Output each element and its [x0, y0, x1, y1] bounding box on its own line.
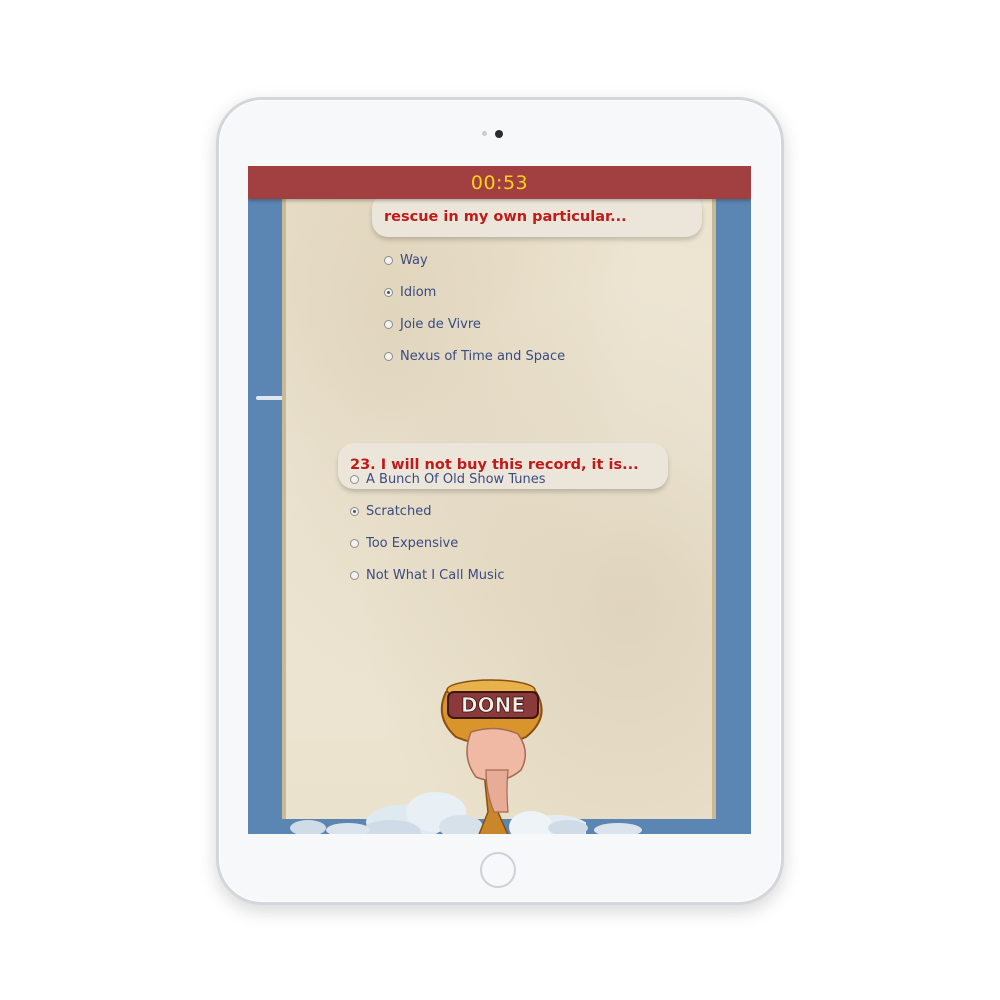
- done-grail-image[interactable]: DONE: [336, 662, 586, 834]
- radio-button[interactable]: [350, 570, 359, 580]
- home-button[interactable]: [480, 852, 516, 888]
- answer-label: Nexus of Time and Space: [400, 348, 566, 364]
- answer-option[interactable]: Too Expensive: [350, 527, 546, 559]
- question-text: rescue in my own particular...: [384, 209, 627, 225]
- hand-icon: [466, 727, 527, 813]
- radio-button[interactable]: [350, 538, 359, 548]
- radio-button-checked[interactable]: [350, 506, 359, 516]
- done-lettering: DONE: [447, 691, 539, 719]
- answer-option[interactable]: Scratched: [350, 495, 546, 527]
- answer-option[interactable]: Way: [384, 244, 565, 276]
- answer-options-22: Way Idiom Joie de Vivre Nexus of Time an…: [384, 244, 565, 372]
- answer-label: Scratched: [366, 503, 432, 519]
- answer-label: Too Expensive: [366, 535, 459, 551]
- answer-label: A Bunch Of Old Show Tunes: [366, 471, 546, 487]
- answer-option[interactable]: A Bunch Of Old Show Tunes: [350, 463, 546, 495]
- countdown-timer: 00:53: [470, 171, 529, 194]
- answer-label: Idiom: [400, 284, 437, 300]
- answer-label: Way: [400, 252, 428, 268]
- parchment-panel: rescue in my own particular... Way Idiom…: [282, 193, 716, 834]
- question-card-22: rescue in my own particular...: [372, 193, 702, 237]
- timer-bar: 00:53: [248, 166, 751, 199]
- radio-button[interactable]: [350, 474, 359, 484]
- front-camera: [495, 130, 503, 138]
- answer-options-23: A Bunch Of Old Show Tunes Scratched Too …: [350, 463, 546, 591]
- answer-option[interactable]: Idiom: [384, 276, 565, 308]
- answer-label: Joie de Vivre: [400, 316, 481, 332]
- radio-button[interactable]: [384, 319, 393, 329]
- svg-text:DONE: DONE: [461, 693, 525, 717]
- radio-button[interactable]: [384, 351, 393, 361]
- answer-label: Not What I Call Music: [366, 567, 505, 583]
- answer-option[interactable]: Nexus of Time and Space: [384, 340, 565, 372]
- light-sensor: [482, 131, 487, 136]
- quiz-screen: rescue in my own particular... Way Idiom…: [248, 166, 751, 834]
- cloud-wisp: [256, 396, 284, 400]
- answer-option[interactable]: Not What I Call Music: [350, 559, 546, 591]
- bottom-clouds: [288, 818, 708, 834]
- radio-button-checked[interactable]: [384, 287, 393, 297]
- radio-button[interactable]: [384, 255, 393, 265]
- answer-option[interactable]: Joie de Vivre: [384, 308, 565, 340]
